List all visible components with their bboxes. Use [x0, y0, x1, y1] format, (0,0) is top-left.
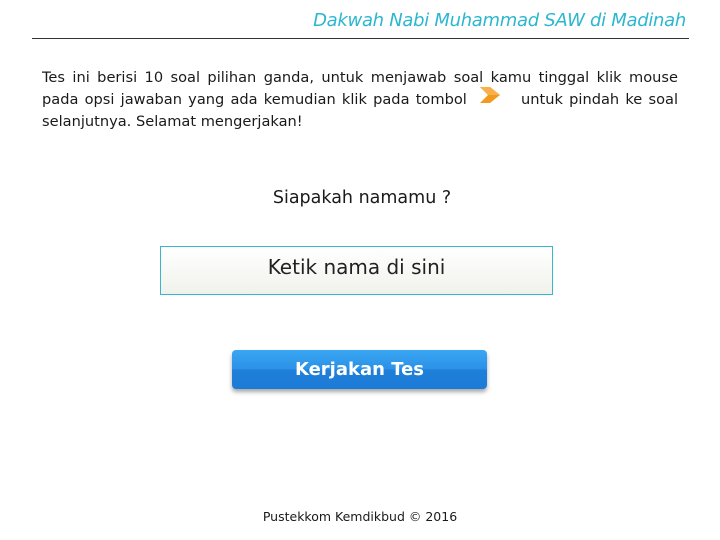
name-input[interactable]	[161, 247, 552, 294]
quiz-start-page: Dakwah Nabi Muhammad SAW di Madinah Tes …	[0, 0, 720, 540]
name-field-box[interactable]	[160, 246, 553, 295]
next-arrow-icon	[479, 86, 501, 111]
start-test-button[interactable]: Kerjakan Tes	[232, 350, 487, 389]
footer-copyright: Pustekkom Kemdikbud © 2016	[262, 509, 458, 524]
page-header-title: Dakwah Nabi Muhammad SAW di Madinah	[313, 10, 686, 31]
instructions-text: Tes ini berisi 10 soal pilihan ganda, un…	[42, 67, 678, 133]
header-divider	[32, 38, 689, 39]
name-question: Siapakah namamu ?	[272, 188, 452, 208]
